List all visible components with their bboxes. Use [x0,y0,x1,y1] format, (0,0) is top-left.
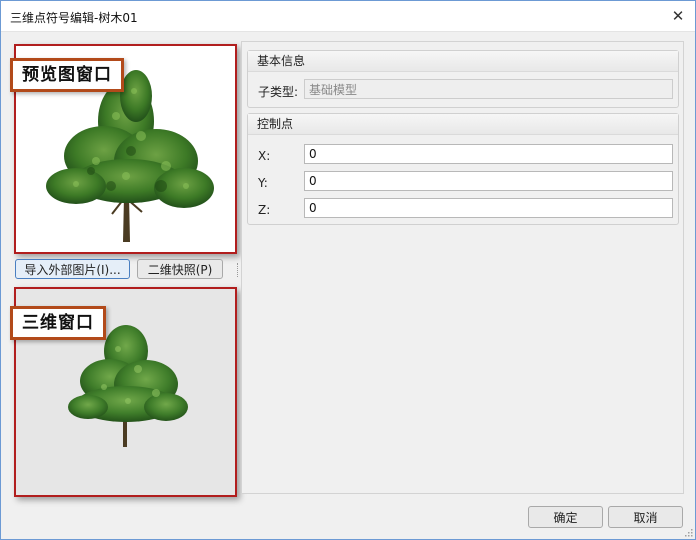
y-label: Y: [258,176,268,190]
snapshot-button[interactable]: 二维快照(P) [137,259,223,279]
title-bar: 三维点符号编辑-树木01 ✕ [1,1,695,32]
resize-grip-icon[interactable] [683,527,693,537]
x-label: X: [258,149,271,163]
close-icon[interactable]: ✕ [661,1,695,31]
preview-window-callout: 预览图窗口 [10,58,124,92]
basic-info-group: 基本信息 子类型: [247,50,679,108]
ok-button[interactable]: 确定 [528,506,603,528]
basic-info-header: 基本信息 [248,51,678,72]
x-coordinate-input[interactable] [304,144,673,164]
z-coordinate-input[interactable] [304,198,673,218]
cancel-button[interactable]: 取消 [608,506,683,528]
window-title: 三维点符号编辑-树木01 [10,11,138,25]
import-image-button[interactable]: 导入外部图片(I)... [15,259,130,279]
y-coordinate-input[interactable] [304,171,673,191]
z-label: Z: [258,203,271,217]
control-point-header: 控制点 [248,114,678,135]
subtype-field [304,79,673,99]
subtype-label: 子类型: [258,85,299,99]
property-panel: 基本信息 子类型: 控制点 X: Y: Z: [241,41,684,494]
control-point-group: 控制点 X: Y: Z: [247,113,679,225]
dialog-window: 三维点符号编辑-树木01 ✕ 预览图窗口 导入外部图片(I)... 二维快照(P… [0,0,696,540]
three-d-window-callout: 三维窗口 [10,306,106,340]
